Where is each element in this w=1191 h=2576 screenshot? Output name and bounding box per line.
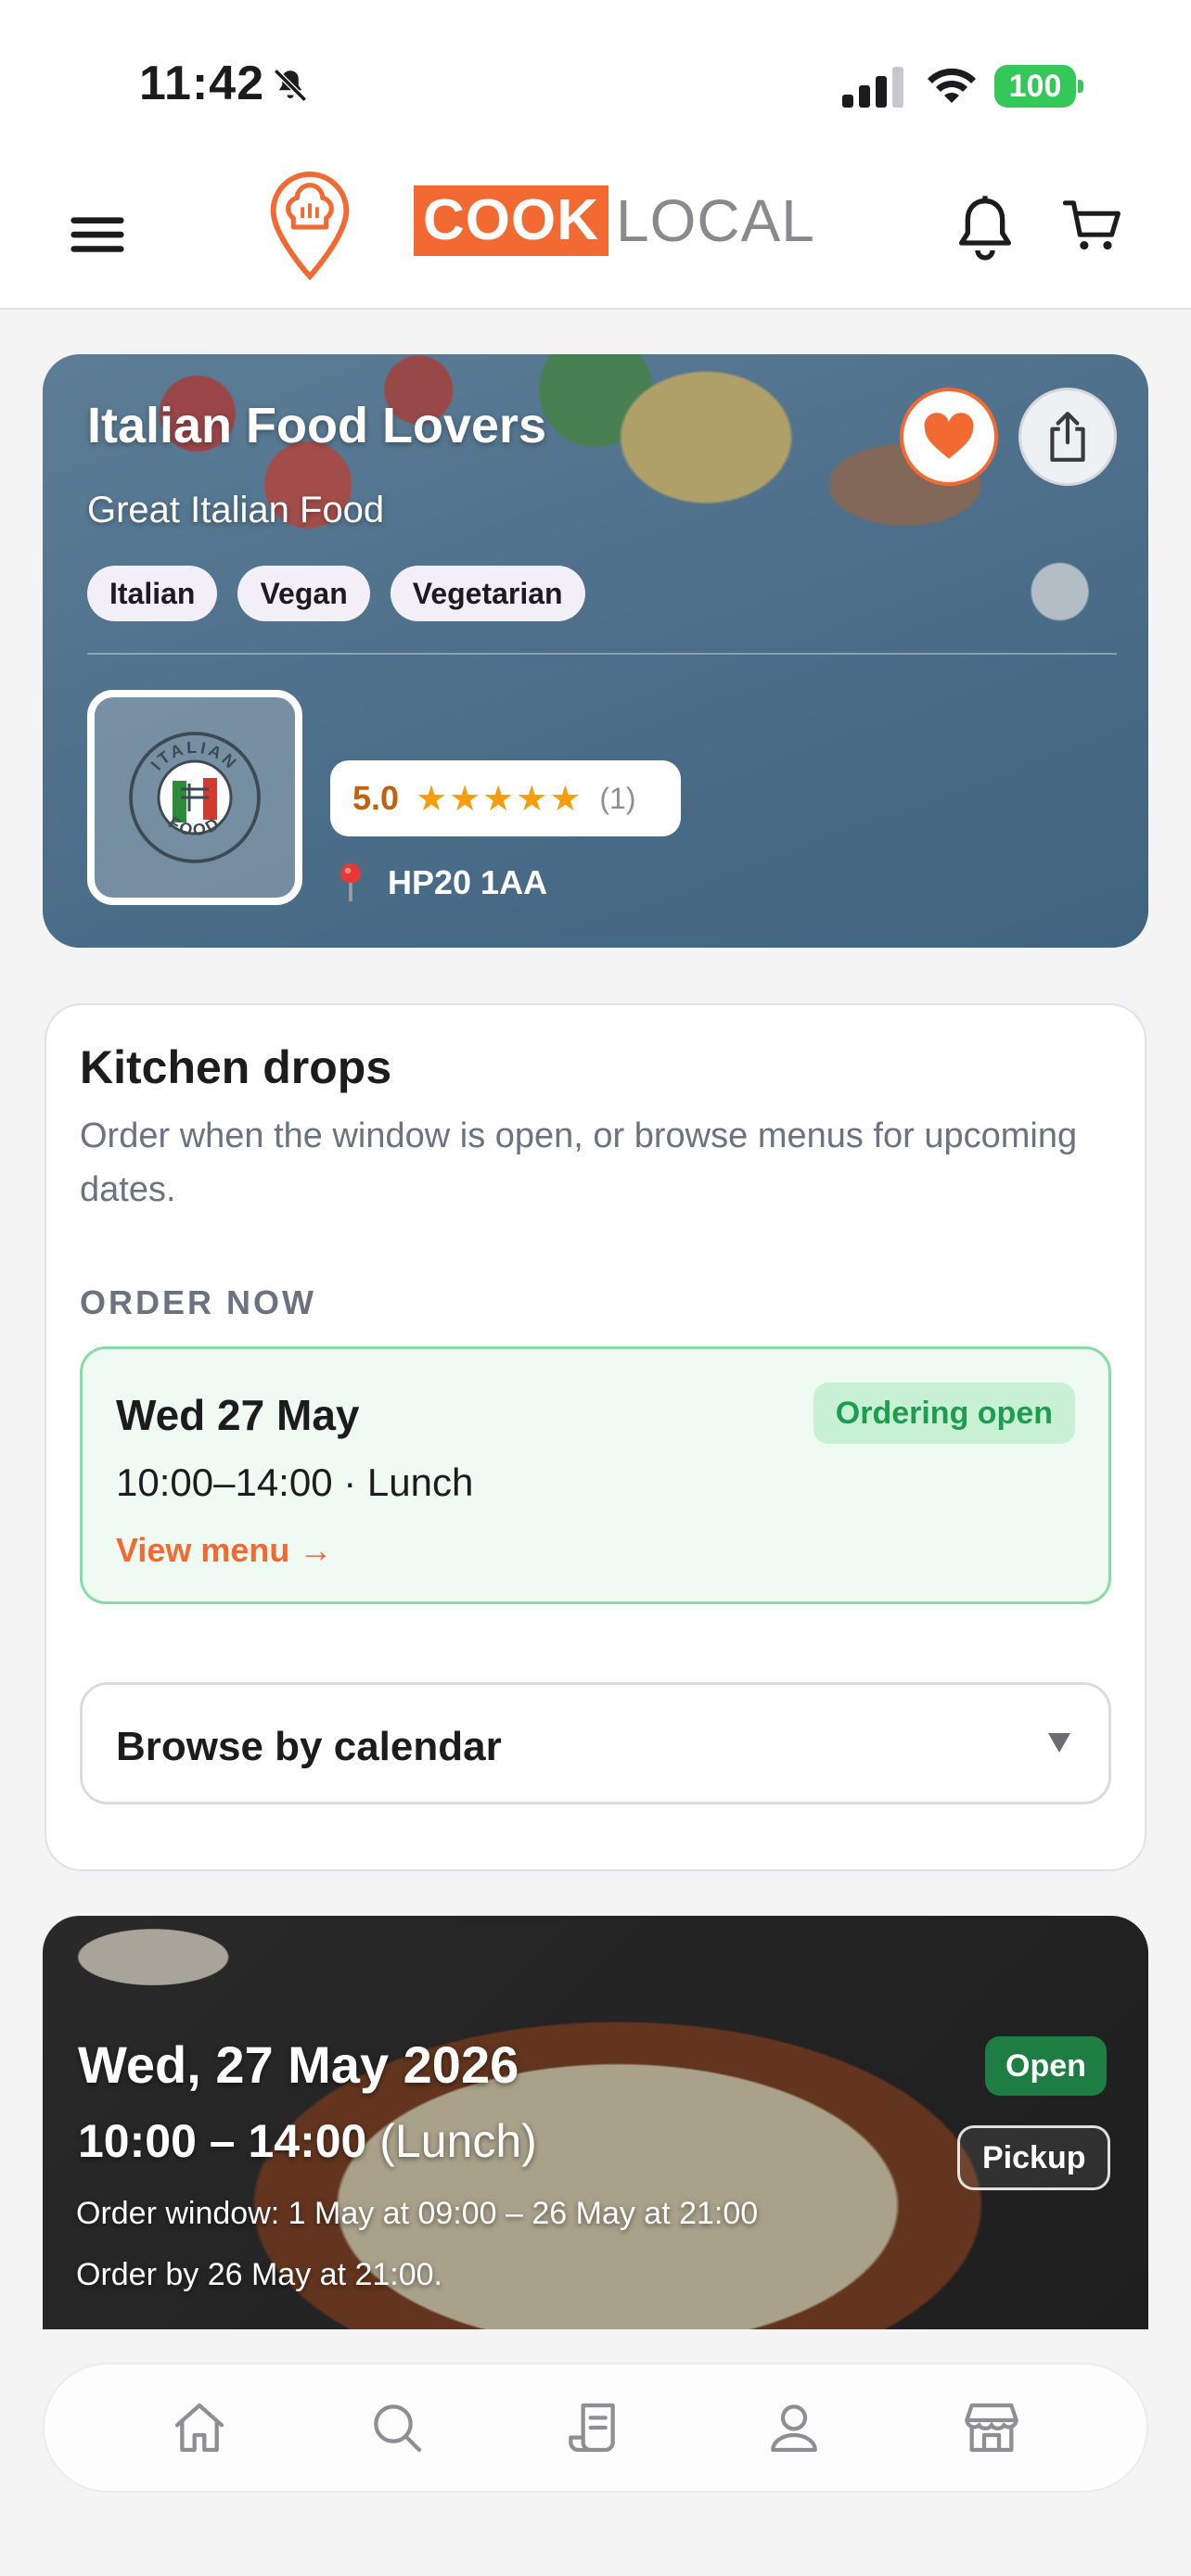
order-slot-card[interactable]: Wed 27 May 10:00–14:00 · Lunch View menu… (80, 1346, 1111, 1604)
rating-stars-icon: ★★★★★ (416, 779, 583, 819)
cellular-signal-icon (842, 67, 903, 108)
drop-event-card[interactable]: Wed, 27 May 2026 10:00 – 14:00 (Lunch) O… (43, 1916, 1148, 2329)
favorite-button[interactable] (900, 388, 998, 486)
store-icon[interactable] (962, 2398, 1021, 2457)
orders-receipt-icon[interactable] (566, 2398, 625, 2457)
kitchen-logo: ITALIAN FOOD (87, 690, 302, 905)
tag-italian[interactable]: Italian (87, 566, 218, 621)
brand-cook: COOK (414, 185, 608, 256)
status-bar: 11:42 100 (0, 0, 1191, 158)
shopping-cart-icon[interactable] (1063, 195, 1122, 258)
event-order-window: Order window: 1 May at 09:00 – 26 May at… (76, 2196, 759, 2231)
review-count: (1) (599, 781, 636, 815)
brand-wordmark[interactable]: COOK LOCAL (414, 184, 815, 258)
app-header: COOK LOCAL (0, 158, 1191, 310)
event-status-badge: Open (985, 2036, 1107, 2096)
share-button[interactable] (1018, 388, 1117, 486)
tag-vegetarian[interactable]: Vegetarian (390, 566, 585, 621)
browse-calendar-select[interactable]: Browse by calendar (80, 1682, 1111, 1804)
chevron-down-icon (1048, 1733, 1070, 1753)
profile-icon[interactable] (764, 2398, 824, 2457)
event-time: 10:00 – 14:00 (Lunch) (78, 2114, 537, 2168)
kitchen-drops-card: Kitchen drops Order when the window is o… (45, 1003, 1146, 1871)
search-icon[interactable] (367, 2398, 427, 2457)
rating-summary[interactable]: 5.0 ★★★★★ (1) (330, 760, 681, 836)
kitchen-location: HP20 1AA (336, 862, 547, 903)
notifications-bell-icon[interactable] (955, 193, 1015, 263)
order-now-label: ORDER NOW (80, 1283, 316, 1321)
wifi-icon (928, 68, 976, 103)
bottom-tab-bar (43, 2363, 1148, 2493)
battery-level: 100 (994, 65, 1076, 108)
status-time: 11:42 (139, 57, 265, 110)
view-menu-link[interactable]: View menu → (116, 1531, 332, 1570)
cuisine-tags: Italian Vegan Vegetarian (87, 566, 585, 621)
tag-vegan[interactable]: Vegan (237, 566, 370, 621)
browse-calendar-label: Browse by calendar (116, 1724, 502, 1769)
hero-divider (87, 653, 1117, 655)
drops-title: Kitchen drops (80, 1041, 392, 1093)
battery-indicator: 100 (994, 65, 1083, 109)
kitchen-tagline: Great Italian Food (87, 490, 385, 530)
home-icon[interactable] (170, 2398, 229, 2457)
map-pin-icon (340, 863, 361, 901)
event-date: Wed, 27 May 2026 (78, 2035, 519, 2094)
italian-food-badge-icon: ITALIAN FOOD (129, 732, 261, 863)
hamburger-menu-icon[interactable] (67, 206, 128, 261)
rating-score: 5.0 (352, 779, 400, 817)
share-icon (1050, 412, 1085, 462)
event-order-by: Order by 26 May at 21:00. (76, 2257, 442, 2292)
slot-date: Wed 27 May (116, 1391, 360, 1439)
drops-description: Order when the window is open, or browse… (80, 1116, 1078, 1209)
kitchen-name: Italian Food Lovers (87, 398, 547, 453)
brand-local: LOCAL (616, 187, 815, 254)
chef-hat-pin-logo-icon (270, 171, 350, 280)
event-pickup-badge: Pickup (957, 2125, 1111, 2190)
event-time-range: 10:00 – 14:00 (78, 2115, 367, 2167)
ordering-open-badge: Ordering open (813, 1383, 1075, 1444)
silent-bell-icon (274, 69, 307, 102)
kitchen-hero-card: Italian Food Lovers Great Italian Food I… (43, 354, 1148, 948)
postcode-text: HP20 1AA (388, 863, 548, 901)
slot-time: 10:00–14:00 · Lunch (116, 1460, 474, 1504)
event-meal: (Lunch) (379, 2115, 537, 2167)
heart-icon (924, 413, 974, 459)
